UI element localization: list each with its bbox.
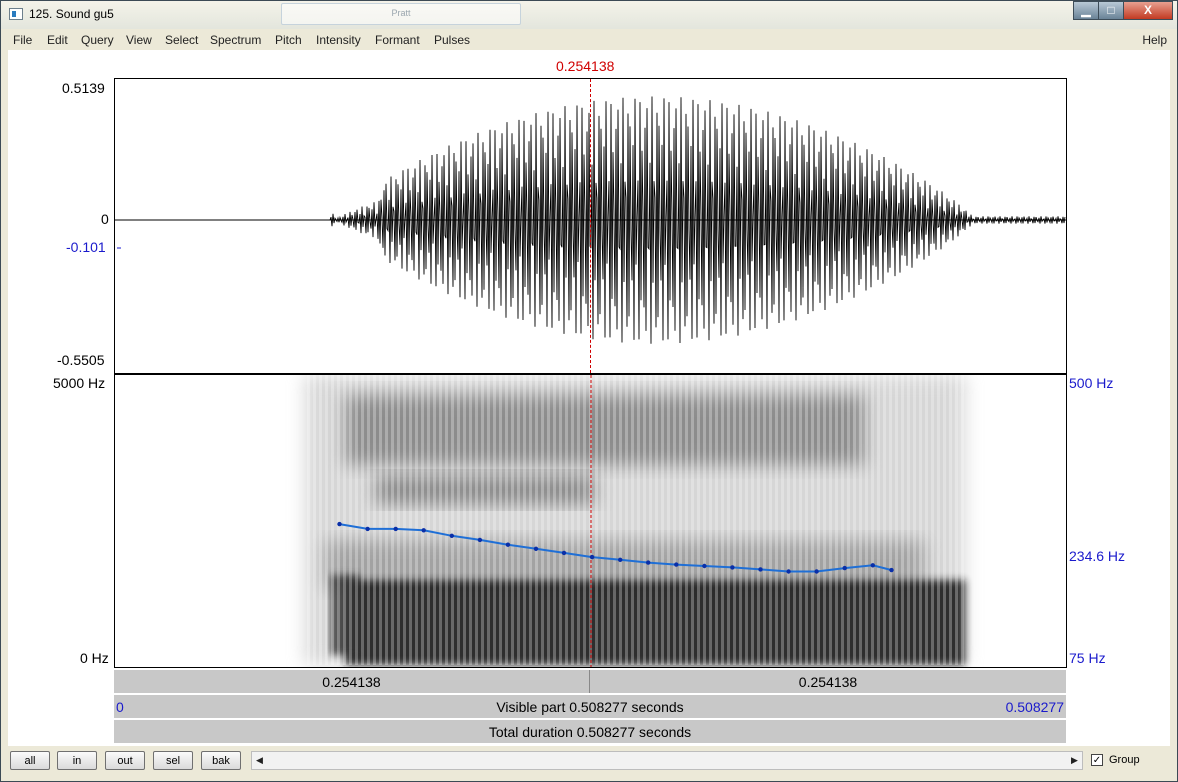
pitch-point — [646, 560, 651, 565]
total-duration-bar[interactable]: Total duration 0.508277 seconds — [114, 719, 1066, 743]
menu-intensity[interactable]: Intensity — [316, 33, 361, 47]
left-segment-duration[interactable]: 0.254138 — [114, 674, 589, 690]
window-icon — [9, 8, 23, 20]
pitch-cursor-label: 234.6 Hz — [1069, 548, 1126, 564]
zoom-back-button[interactable]: bak — [201, 751, 241, 770]
pitch-point — [870, 563, 875, 568]
pitch-point — [814, 569, 819, 574]
spectrogram-panel[interactable] — [114, 374, 1067, 668]
visible-end-label: 0.508277 — [1005, 699, 1064, 715]
visible-part-label: Visible part 0.508277 seconds — [496, 699, 684, 715]
pitch-point — [337, 521, 342, 527]
pitch-point — [889, 567, 894, 573]
waveform-zero-label: 0 — [101, 211, 109, 227]
pitch-bottom-label: 75 Hz — [1069, 650, 1106, 666]
title-bar: 125. Sound gu5 Pratt ▁ □ X — [1, 1, 1177, 29]
spectrogram-svg — [305, 375, 965, 667]
pitch-point — [561, 550, 567, 556]
pitch-point — [421, 528, 426, 533]
zoom-in-button[interactable]: in — [57, 751, 97, 770]
zoom-out-button[interactable]: out — [105, 751, 145, 770]
menu-bar: File Edit Query View Select Spectrum Pit… — [7, 30, 1171, 50]
time-segments-bar[interactable]: 0.254138 0.254138 — [114, 669, 1066, 693]
pitch-point — [758, 567, 763, 572]
menu-view[interactable]: View — [126, 33, 152, 47]
bottom-toolbar: all in out sel bak ◀ ▶ ✓ Group — [6, 748, 1170, 776]
pitch-point — [393, 526, 398, 532]
menu-file[interactable]: File — [13, 33, 32, 47]
right-segment-duration[interactable]: 0.254138 — [590, 674, 1066, 690]
group-label: Group — [1109, 754, 1140, 766]
waveform-min-label: -0.5505 — [57, 352, 105, 368]
background-window-tab: Pratt — [281, 3, 521, 25]
visible-part-bar[interactable]: 0 Visible part 0.508277 seconds 0.508277 — [114, 694, 1066, 718]
zoom-selection-button[interactable]: sel — [153, 751, 193, 770]
total-duration-label: Total duration 0.508277 seconds — [488, 724, 692, 740]
spectrogram-energy — [305, 375, 965, 665]
menu-formant[interactable]: Formant — [375, 33, 420, 47]
waveform-max-label: 0.5139 — [62, 80, 105, 96]
cursor-time-label: 0.254138 — [556, 58, 615, 74]
pitch-point — [618, 557, 623, 562]
waveform-cursor-line — [590, 79, 591, 373]
pitch-point — [730, 565, 735, 570]
zoom-all-button[interactable]: all — [10, 751, 50, 770]
waveform-cursor-value-label: -0.101 — [66, 239, 106, 255]
close-button[interactable]: X — [1123, 1, 1173, 20]
scroll-right-arrow-icon[interactable]: ▶ — [1067, 752, 1082, 769]
pitch-point — [365, 526, 370, 532]
menu-spectrum[interactable]: Spectrum — [210, 33, 261, 47]
pitch-point — [786, 569, 791, 574]
pitch-point — [477, 537, 483, 543]
menu-pulses[interactable]: Pulses — [434, 33, 470, 47]
pitch-top-label: 500 Hz — [1069, 375, 1114, 391]
pitch-point — [589, 554, 595, 560]
pitch-point — [533, 546, 539, 551]
menu-edit[interactable]: Edit — [47, 33, 68, 47]
pitch-point — [449, 533, 454, 538]
minimize-button[interactable]: ▁ — [1073, 1, 1099, 20]
menu-query[interactable]: Query — [81, 33, 114, 47]
pitch-point — [842, 565, 847, 571]
spectrogram-freq-bottom-label: 0 Hz — [80, 650, 109, 666]
group-checkbox[interactable]: ✓ — [1091, 754, 1103, 766]
pitch-point — [505, 542, 511, 547]
maximize-button[interactable]: □ — [1098, 1, 1124, 20]
horizontal-scrollbar[interactable]: ◀ ▶ — [251, 751, 1083, 770]
scroll-left-arrow-icon[interactable]: ◀ — [252, 752, 267, 769]
window-title: 125. Sound gu5 — [29, 7, 114, 21]
pitch-point — [702, 563, 707, 569]
pitch-point — [674, 562, 679, 567]
menu-select[interactable]: Select — [165, 33, 198, 47]
menu-help[interactable]: Help — [1142, 33, 1167, 47]
spectrogram-freq-top-label: 5000 Hz — [53, 375, 106, 391]
menu-pitch[interactable]: Pitch — [275, 33, 302, 47]
